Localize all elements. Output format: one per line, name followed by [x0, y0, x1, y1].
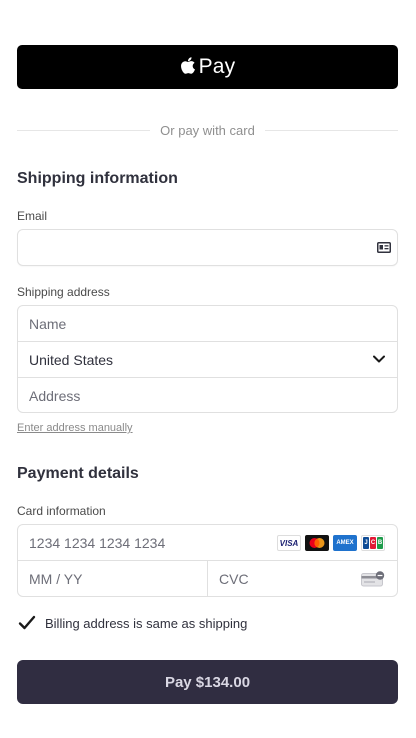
billing-checkbox[interactable] [17, 613, 37, 633]
card-number-field[interactable]: 1234 1234 1234 1234 VISA AMEX J C B [18, 525, 397, 561]
amex-logo-text: AMEX [336, 540, 354, 546]
chevron-down-icon [373, 355, 385, 363]
shipping-address-group: Name United States Address [17, 305, 398, 413]
visa-icon: VISA [277, 535, 301, 551]
country-value: United States [29, 351, 114, 368]
email-label: Email [17, 209, 48, 223]
divider-line-left [17, 129, 151, 131]
card-cvc-icon [361, 571, 385, 587]
expiry-field[interactable]: MM / YY [18, 561, 208, 596]
shipping-address-label: Shipping address [17, 285, 110, 299]
jcb-segment-c: C [370, 537, 376, 549]
billing-same-as-shipping[interactable]: Billing address is same as shipping [17, 613, 247, 633]
apple-pay-button[interactable]: Pay [17, 45, 398, 89]
name-placeholder: Name [29, 315, 67, 332]
enter-address-manually-link[interactable]: Enter address manually [17, 422, 133, 434]
jcb-segment-b: B [377, 537, 383, 549]
amex-icon: AMEX [333, 535, 357, 551]
cvc-field[interactable]: CVC [208, 561, 397, 596]
cvc-placeholder: CVC [219, 571, 249, 587]
name-field[interactable]: Name [18, 306, 397, 342]
mastercard-circles [309, 538, 325, 548]
divider-text: Or pay with card [160, 122, 255, 138]
pay-button-label: Pay $134.00 [164, 673, 251, 691]
checkmark-icon [18, 615, 36, 630]
jcb-icon: J C B [361, 535, 385, 551]
divider-line-right [264, 129, 398, 131]
mastercard-icon [305, 535, 329, 551]
contact-card-icon [377, 242, 391, 253]
or-divider: Or pay with card [17, 121, 398, 139]
billing-label: Billing address is same as shipping [45, 615, 248, 631]
apple-pay-label: Pay [198, 55, 236, 78]
email-field[interactable] [17, 229, 398, 266]
expiry-placeholder: MM / YY [29, 571, 83, 587]
address-field[interactable]: Address [18, 378, 397, 412]
country-select[interactable]: United States [18, 342, 397, 378]
address-placeholder: Address [29, 388, 81, 404]
payment-section-title: Payment details [17, 465, 139, 482]
card-information-group: 1234 1234 1234 1234 VISA AMEX J C B MM /… [17, 524, 398, 597]
card-brands: VISA AMEX J C B [277, 535, 385, 551]
shipping-section-title: Shipping information [17, 170, 178, 187]
visa-logo-text: VISA [279, 538, 299, 548]
jcb-segment-j: J [363, 537, 369, 549]
apple-logo-icon [180, 57, 195, 74]
pay-button[interactable]: Pay $134.00 [17, 660, 398, 704]
card-number-placeholder: 1234 1234 1234 1234 [29, 534, 166, 551]
card-information-label: Card information [17, 504, 106, 518]
